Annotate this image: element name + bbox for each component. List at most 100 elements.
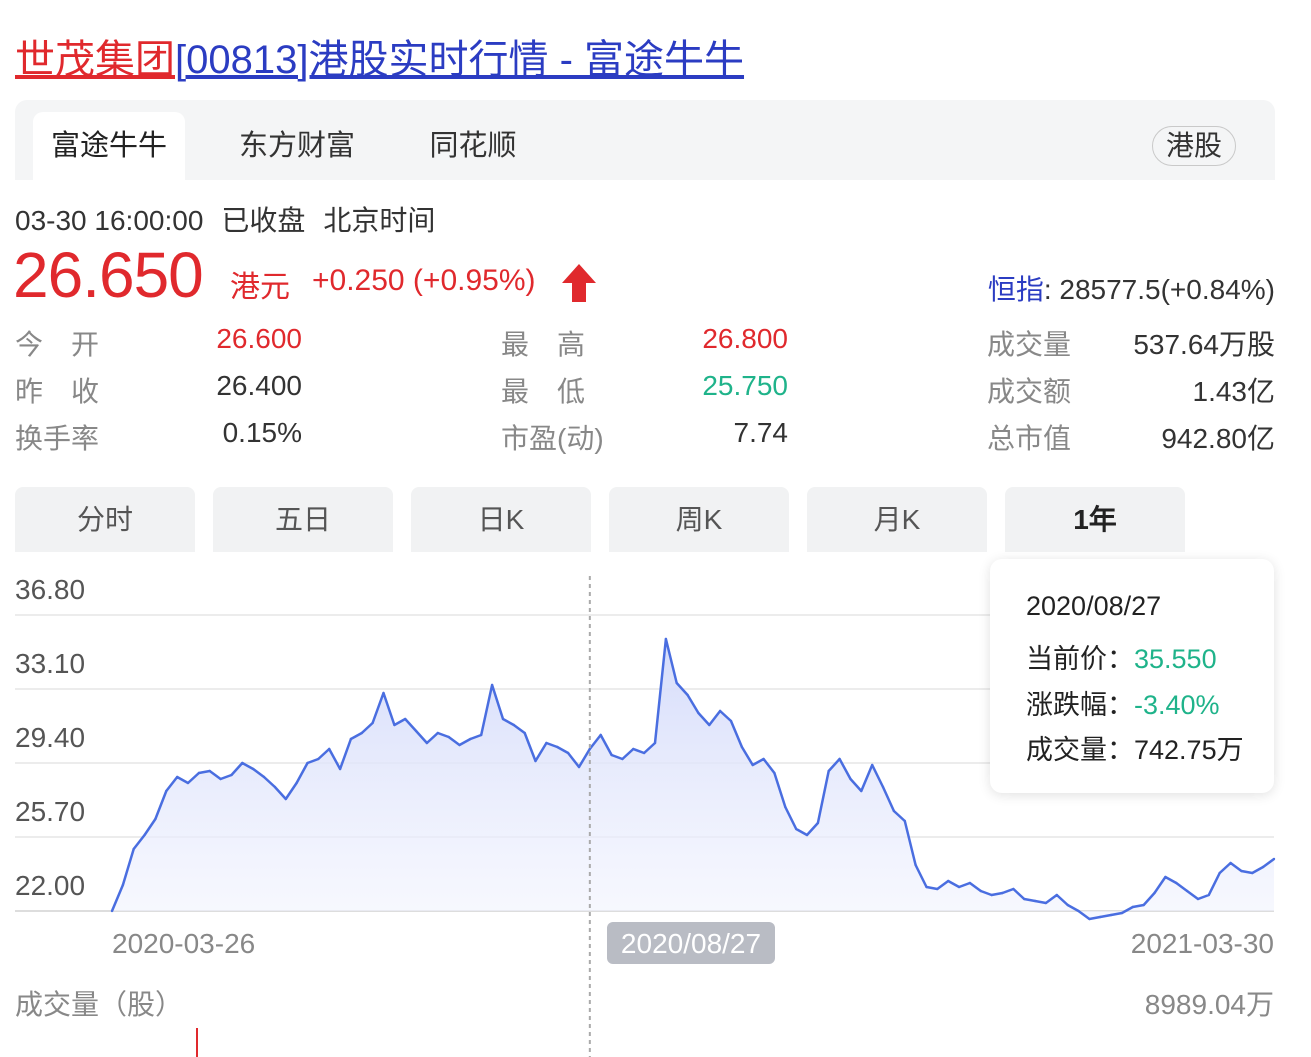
tab-eastmoney[interactable]: 东方财富: [223, 112, 371, 180]
price-point: [132, 847, 135, 851]
price-point: [349, 737, 353, 741]
tab-intraday[interactable]: 分时: [15, 487, 195, 552]
volume-label: 成交量（股）: [15, 989, 184, 1020]
title-company-link[interactable]: 世茂集团: [15, 38, 175, 82]
price-point: [751, 763, 754, 767]
price-point: [686, 693, 689, 697]
price-point: [1196, 897, 1200, 901]
stat-value-turnover-rate: 0.15%: [222, 417, 302, 448]
stat-label-prev-close: 昨 收: [15, 376, 100, 407]
price-point: [1022, 897, 1026, 901]
price-point: [176, 775, 179, 779]
price-point: [599, 733, 602, 737]
crosshair-date-label: 2020/08/27: [621, 928, 761, 959]
price-point: [795, 827, 798, 831]
price-point: [186, 781, 190, 785]
stat-label-low: 最 低: [501, 376, 586, 407]
price-point: [664, 637, 668, 641]
price-point: [1033, 899, 1037, 903]
price-point: [610, 753, 613, 757]
stat-value-open: 26.600: [216, 323, 302, 354]
price-point: [1077, 909, 1080, 913]
market-status: 03-30 16:00:00 已收盘 北京时间: [15, 199, 453, 239]
y-tick-label: 33.10: [15, 648, 85, 679]
price-point: [784, 805, 787, 809]
price-point: [1131, 905, 1135, 909]
hang-seng-index[interactable]: 恒指: 28577.5(+0.84%): [988, 268, 1275, 308]
stat-value-low: 25.750: [702, 370, 788, 401]
stat-label-turnover-rate: 换手率: [15, 423, 100, 454]
y-tick-label: 29.40: [15, 722, 85, 753]
price-point: [903, 819, 906, 823]
price-point: [566, 751, 570, 755]
price-point: [1066, 903, 1069, 907]
price-point: [979, 889, 982, 893]
price-point: [947, 879, 950, 883]
price-point: [371, 721, 374, 725]
price-point: [121, 883, 125, 887]
price-point: [273, 785, 277, 789]
stat-value-prev-close: 26.400: [216, 370, 302, 401]
price-point: [588, 747, 591, 751]
chart-tooltip: 2020/08/27 当前价：35.550 涨跌幅：-3.40% 成交量：742…: [990, 559, 1274, 793]
price-point: [534, 759, 537, 763]
tab-monthly-k[interactable]: 月K: [807, 487, 987, 552]
price-point: [1218, 871, 1221, 875]
price-point: [458, 743, 461, 747]
price-point: [1261, 865, 1265, 869]
hsi-value: : 28577.5(+0.84%): [1043, 274, 1275, 305]
tooltip-price-row: 当前价：35.550: [1026, 637, 1217, 676]
price-point: [816, 821, 820, 825]
tab-weekly-k[interactable]: 周K: [609, 487, 789, 552]
tooltip-change-row: 涨跌幅：-3.40%: [1026, 683, 1220, 722]
status-timezone: 北京时间: [323, 205, 436, 236]
price-point: [490, 683, 494, 687]
price-point: [393, 723, 396, 727]
y-tick-label: 25.70: [15, 796, 85, 827]
price-point: [1001, 891, 1004, 895]
price-point: [1153, 891, 1156, 895]
stat-value-high: 26.800: [702, 323, 788, 354]
price-point: [968, 881, 972, 885]
price-point: [523, 731, 526, 735]
price-point: [338, 767, 342, 771]
stat-label-open: 今 开: [15, 329, 100, 360]
price-point: [317, 757, 320, 761]
price-point: [1207, 893, 1211, 897]
tab-tonghuashun[interactable]: 同花顺: [411, 112, 535, 180]
price-point: [1164, 875, 1167, 879]
stat-label-market-cap: 总市值: [987, 423, 1072, 454]
stat-label-volume: 成交量: [987, 329, 1072, 360]
price-point: [805, 833, 809, 837]
price-point: [545, 741, 548, 745]
price-point: [208, 769, 211, 773]
price-point: [1012, 887, 1015, 891]
price-point: [295, 781, 298, 785]
price-point: [860, 789, 863, 793]
tab-one-year[interactable]: 1年: [1005, 487, 1185, 552]
up-arrow-icon: [562, 264, 596, 302]
tab-five-day[interactable]: 五日: [213, 487, 393, 552]
tooltip-volume-row: 成交量：742.75万: [1026, 728, 1244, 767]
price-point: [360, 731, 363, 735]
price-point: [501, 717, 505, 721]
price-point: [925, 885, 928, 889]
price-point: [881, 785, 885, 789]
price-point: [936, 887, 939, 891]
price-point: [512, 723, 515, 727]
title-rest-link[interactable]: [00813]港股实时行情 - 富途牛牛: [175, 38, 744, 82]
price-point: [642, 751, 646, 755]
stat-label-high: 最 高: [501, 329, 586, 360]
tab-futu[interactable]: 富途牛牛: [33, 112, 185, 180]
price-point: [871, 763, 874, 767]
price-point: [284, 797, 287, 801]
price-point: [675, 681, 678, 685]
tab-daily-k[interactable]: 日K: [411, 487, 591, 552]
price-point: [708, 723, 711, 727]
price-point: [1240, 869, 1243, 873]
status-state: 已收盘: [221, 205, 306, 236]
price-point: [1099, 915, 1102, 919]
tooltip-change-label: 涨跌幅：: [1026, 690, 1134, 720]
price-point: [914, 863, 917, 867]
price-point: [469, 737, 472, 741]
